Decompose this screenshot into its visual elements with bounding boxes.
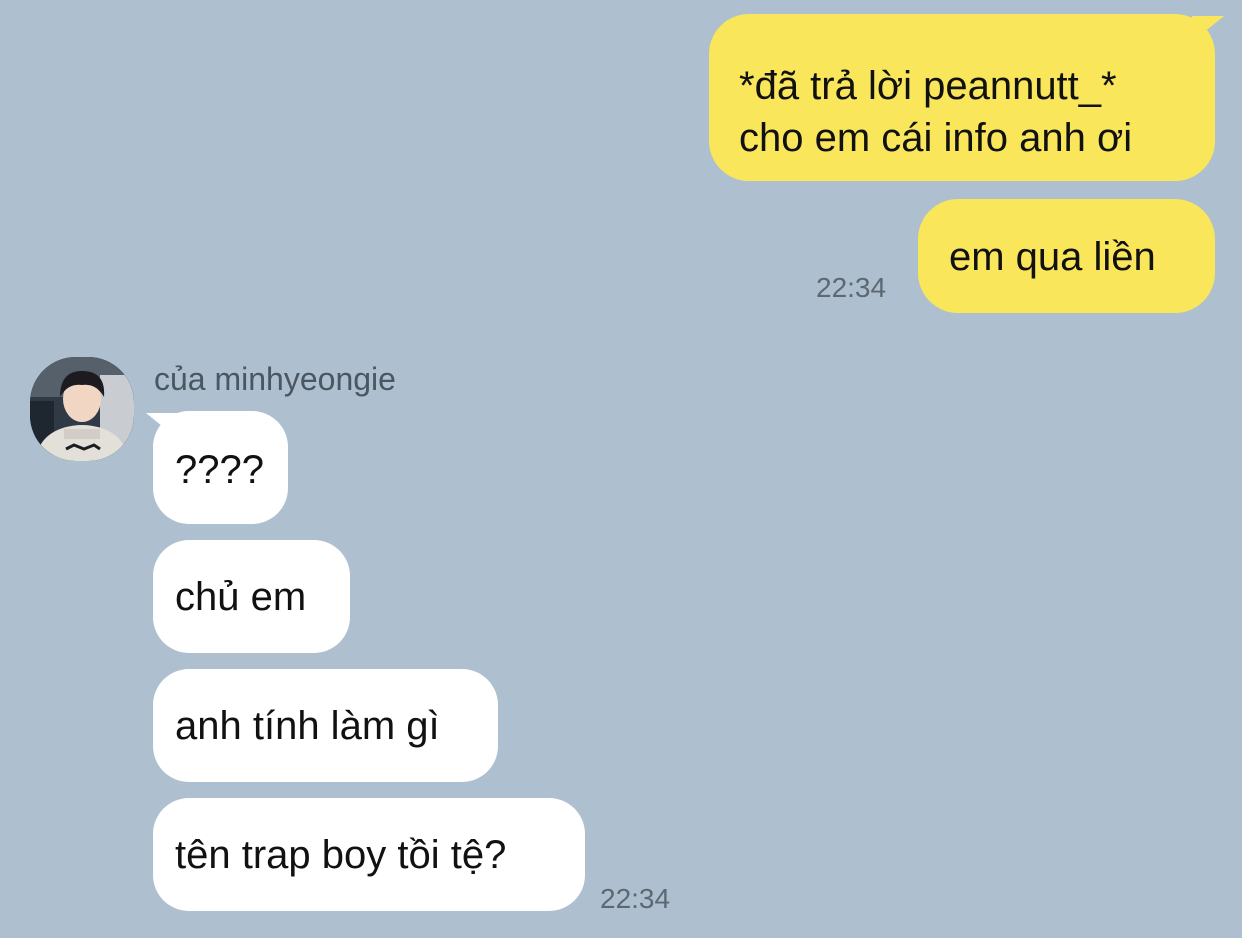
message-text: anh tính làm gì [175,704,440,748]
outgoing-message-bubble[interactable]: *đã trả lời peannutt_* cho em cái info a… [709,14,1215,181]
message-text-line: *đã trả lời peannutt_* [739,64,1117,108]
avatar-photo-icon [30,357,134,461]
outgoing-timestamp: 22:34 [816,272,887,303]
incoming-timestamp: 22:34 [600,883,671,914]
message-text: tên trap boy tồi tệ? [175,833,507,877]
sender-name: của minhyeongie [154,361,396,397]
sender-avatar[interactable] [30,357,134,461]
message-text: ???? [175,448,264,492]
incoming-message-bubble[interactable]: ???? [153,411,288,524]
message-text-line: em qua liền [949,235,1156,279]
message-text: chủ em [175,575,307,619]
incoming-message-bubble[interactable]: chủ em [153,540,350,653]
message-text-line: cho em cái info anh ơi [739,116,1133,160]
outgoing-bubble-tail [1192,16,1224,42]
incoming-message-bubble[interactable]: tên trap boy tồi tệ? [153,798,585,911]
outgoing-message-bubble[interactable]: em qua liền [918,199,1215,313]
incoming-message-bubble[interactable]: anh tính làm gì [153,669,498,782]
